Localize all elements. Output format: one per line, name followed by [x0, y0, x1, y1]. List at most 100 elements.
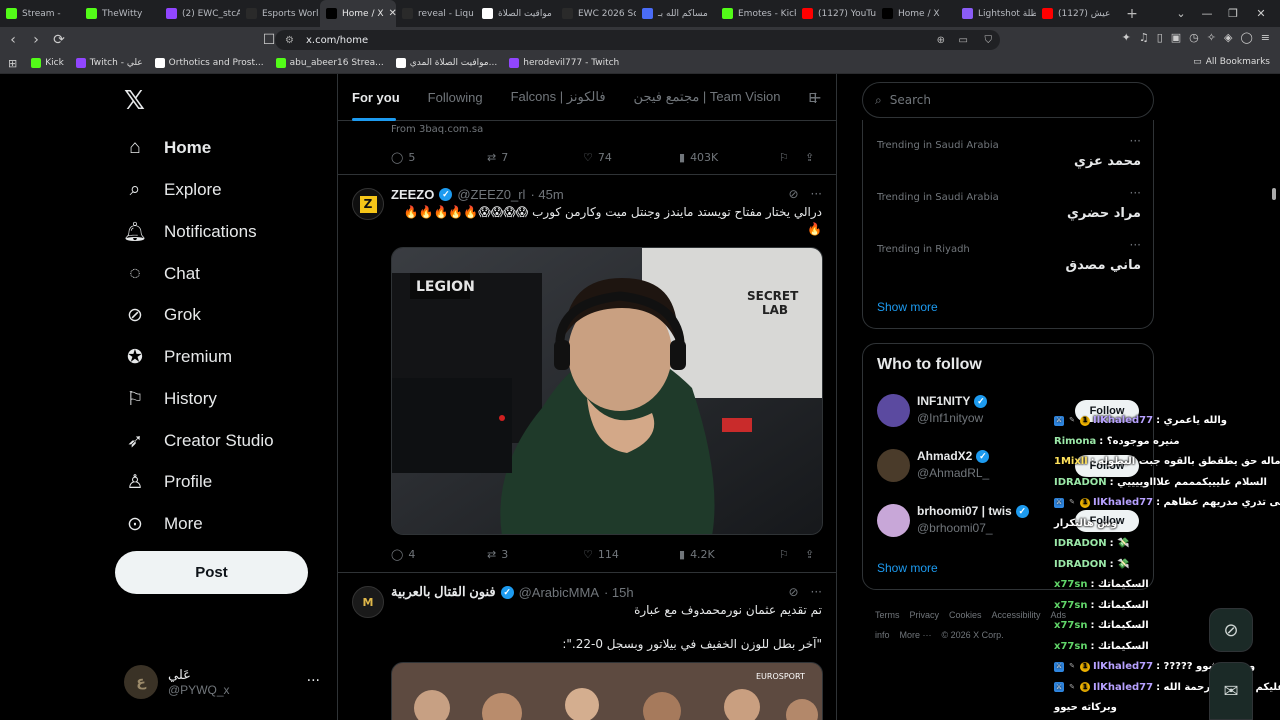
browser-tab[interactable]: Home / X: [876, 0, 956, 27]
footer-link[interactable]: Accessibility: [992, 610, 1041, 620]
browser-tab[interactable]: Lightshot ظلة: [956, 0, 1036, 27]
chat-username[interactable]: x77sn: [1054, 615, 1087, 636]
extensions-icon[interactable]: ✦: [1122, 31, 1131, 44]
browser-tab[interactable]: Home / X ✕: [320, 0, 396, 27]
site-info-icon[interactable]: ⚙: [285, 35, 294, 46]
restore-button[interactable]: ❐: [1220, 0, 1246, 27]
grok-icon[interactable]: ⊘: [1209, 608, 1253, 652]
tweet-media-image[interactable]: EUROSPORT: [391, 662, 823, 720]
all-bookmarks-button[interactable]: ▭ All Bookmarks: [1193, 57, 1270, 67]
nav-item-chat[interactable]: ◌ Chat: [124, 259, 200, 289]
timeline-tab[interactable]: For you: [338, 74, 414, 121]
chat-username[interactable]: x77sn: [1054, 636, 1087, 657]
browser-tab[interactable]: Esports Worl: [240, 0, 320, 27]
minimize-button[interactable]: —: [1194, 0, 1220, 27]
like-button[interactable]: ♡ 74: [583, 151, 679, 164]
more-dots-icon[interactable]: ···: [811, 585, 822, 599]
profile-icon[interactable]: ◯: [1240, 31, 1252, 44]
apps-grid-icon[interactable]: ⊞: [0, 57, 25, 70]
browser-tab[interactable]: مساكم الله بـ: [636, 0, 716, 27]
share-icon[interactable]: ⇪: [805, 548, 814, 561]
footer-link[interactable]: Terms: [875, 610, 900, 620]
share-icon[interactable]: ⇪: [805, 151, 814, 164]
avatar[interactable]: Z: [352, 188, 384, 220]
browser-tab[interactable]: (1127) عيش: [1036, 0, 1116, 27]
browser-tab[interactable]: (2) EWC_stcA: [160, 0, 240, 27]
author-handle[interactable]: @ArabicMMA: [519, 585, 599, 600]
grok-icon[interactable]: ⊘: [788, 187, 798, 201]
timeline-tab[interactable]: Following: [414, 74, 497, 121]
reply-button[interactable]: ◯ 5: [391, 151, 487, 164]
scrollbar-thumb[interactable]: [1272, 188, 1276, 200]
x-logo-icon[interactable]: 𝕏: [124, 86, 149, 116]
bookmark-item[interactable]: abu_abeer16 Strea...: [270, 58, 390, 68]
avatar[interactable]: M: [352, 586, 384, 618]
tweet-time[interactable]: · 45m: [530, 187, 563, 202]
reply-button[interactable]: ◯ 4: [391, 548, 487, 561]
chat-username[interactable]: IlKhaled77: [1093, 677, 1153, 698]
new-tab-button[interactable]: +: [1122, 6, 1142, 22]
more-dots-icon[interactable]: ···: [307, 673, 320, 689]
music-icon[interactable]: ♫: [1139, 31, 1149, 44]
add-tab-icon[interactable]: +: [809, 88, 822, 107]
like-button[interactable]: ♡ 114: [583, 548, 679, 561]
author-name[interactable]: فنون القتال بالعربية: [391, 584, 496, 600]
browser-tab[interactable]: reveal - Liqu: [396, 0, 476, 27]
more-dots-icon[interactable]: ···: [1130, 238, 1141, 252]
tab-search-chevron-icon[interactable]: ⌄: [1168, 0, 1194, 27]
close-window-button[interactable]: ✕: [1248, 0, 1274, 27]
grok-icon[interactable]: ⊘: [788, 585, 798, 599]
tweet-time[interactable]: · 15h: [604, 585, 634, 600]
back-button[interactable]: ‹: [3, 30, 23, 50]
show-more-link[interactable]: Show more: [877, 561, 938, 575]
bookmark-item[interactable]: herodevil777 - Twitch: [503, 58, 625, 68]
repost-button[interactable]: ⇄ 7: [487, 151, 583, 164]
browser-tab[interactable]: Emotes - Kick: [716, 0, 796, 27]
shield-icon[interactable]: ⛉: [985, 35, 993, 46]
ai-icon[interactable]: ✧: [1207, 31, 1216, 44]
trend-item[interactable]: Trending in Saudi Arabia مراد حضري ···: [877, 186, 1141, 238]
search-input[interactable]: ⌕ Search: [862, 82, 1154, 118]
chat-username[interactable]: IlKhaled77: [1093, 656, 1153, 677]
chat-username[interactable]: IlKhaled77: [1093, 492, 1153, 513]
bookmark-item[interactable]: موافيت الصلاة المدي...: [390, 58, 504, 68]
more-dots-icon[interactable]: ···: [1130, 134, 1141, 148]
browser-tab[interactable]: Stream -: [0, 0, 80, 27]
menu-icon[interactable]: ≡: [1261, 31, 1270, 44]
wallet-icon[interactable]: ▣: [1171, 31, 1181, 44]
chat-username[interactable]: IlKhaled77: [1093, 410, 1153, 431]
bookmark-icon[interactable]: ⚐: [779, 151, 805, 164]
close-tab-icon[interactable]: ✕: [389, 8, 397, 19]
tweet-source-link[interactable]: From 3baq.com.sa: [391, 124, 483, 135]
footer-link[interactable]: © 2026 X Corp.: [942, 630, 1004, 640]
more-dots-icon[interactable]: ···: [1130, 186, 1141, 200]
history-icon[interactable]: ◷: [1189, 31, 1199, 44]
sidebar-icon[interactable]: ▯: [1157, 31, 1163, 44]
browser-tab[interactable]: EWC 2026 Sc: [556, 0, 636, 27]
trend-item[interactable]: Trending in Saudi Arabia محمد عزي ···: [877, 134, 1141, 186]
nav-item-profile[interactable]: ♙ Profile: [124, 467, 212, 497]
chat-username[interactable]: IDRADON: [1054, 472, 1107, 493]
post-button[interactable]: Post: [115, 551, 308, 594]
chat-username[interactable]: IDRADON: [1054, 533, 1107, 554]
browser-tab[interactable]: (1127) YouTu: [796, 0, 876, 27]
zoom-icon[interactable]: ⊕: [937, 35, 945, 46]
nav-item-home[interactable]: ⌂ Home: [124, 133, 211, 163]
nav-item-grok[interactable]: ⊘ Grok: [124, 300, 201, 330]
bookmark-icon[interactable]: ⚐: [779, 548, 805, 561]
footer-link[interactable]: Cookies: [949, 610, 982, 620]
timeline-tab[interactable]: مجتمع فيجن | Team Vision: [620, 74, 795, 121]
url-input[interactable]: ⚙ x.com/home ⊕ ▭ ⛉: [275, 30, 1000, 50]
bookmark-item[interactable]: Twitch - علي: [70, 58, 149, 68]
bookmark-item[interactable]: Kick: [25, 58, 70, 68]
chat-username[interactable]: x77sn: [1054, 574, 1087, 595]
browser-tab[interactable]: TheWitty: [80, 0, 160, 27]
vpn-icon[interactable]: ◈: [1224, 31, 1232, 44]
chat-username[interactable]: x77sn: [1054, 595, 1087, 616]
more-dots-icon[interactable]: ···: [811, 187, 822, 201]
nav-item-history[interactable]: ⚐ History: [124, 384, 216, 414]
nav-item-more[interactable]: ⊙ More: [124, 509, 203, 539]
trend-item[interactable]: Trending in Riyadh ماني مصدق ···: [877, 238, 1141, 290]
timeline-tab[interactable]: Falcons | فالكونز: [497, 74, 620, 121]
cast-icon[interactable]: ▭: [959, 35, 968, 46]
